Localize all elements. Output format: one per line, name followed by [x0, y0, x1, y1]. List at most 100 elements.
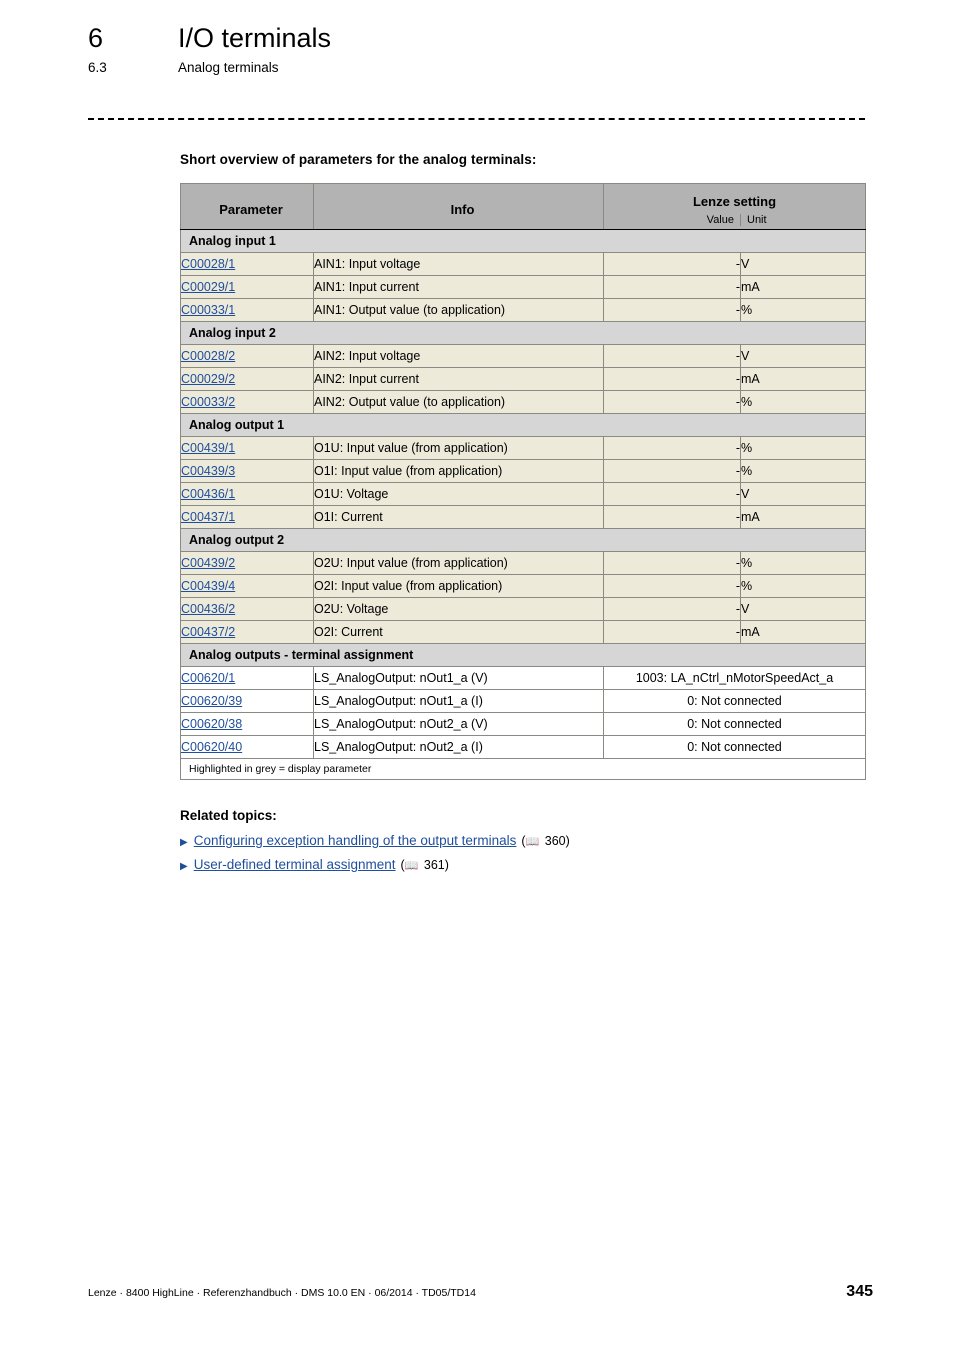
- cell-parameter: C00029/2: [180, 367, 314, 391]
- parameter-link[interactable]: C00033/2: [181, 395, 235, 409]
- parameter-link[interactable]: C00439/3: [181, 464, 235, 478]
- table-row: C00439/4 O2I: Input value (from applicat…: [180, 574, 866, 598]
- table-row: C00620/1 LS_AnalogOutput: nOut1_a (V) 10…: [180, 666, 866, 690]
- table-row: C00028/2 AIN2: Input voltage - V: [180, 344, 866, 368]
- cell-unit: mA: [740, 275, 866, 299]
- parameter-link[interactable]: C00620/39: [181, 694, 242, 708]
- parameter-link[interactable]: C00620/40: [181, 740, 242, 754]
- cell-unit: %: [740, 390, 866, 414]
- parameter-link[interactable]: C00028/2: [181, 349, 235, 363]
- page-footer: Lenze · 8400 HighLine · Referenzhandbuch…: [88, 1283, 873, 1301]
- cell-unit: V: [740, 597, 866, 621]
- table-row: C00620/39 LS_AnalogOutput: nOut1_a (I) 0…: [180, 689, 866, 713]
- section-number: 6.3: [88, 59, 107, 75]
- table-row: C00033/1 AIN1: Output value (to applicat…: [180, 298, 866, 322]
- cell-info: O2U: Voltage: [313, 597, 604, 621]
- related-topics: Related topics: ▶ Configuring exception …: [180, 808, 865, 872]
- table-row: C00439/2 O2U: Input value (from applicat…: [180, 551, 866, 575]
- table-header-row: Parameter Info Lenze setting Value Unit: [180, 183, 866, 230]
- chapter-title: I/O terminals: [178, 23, 332, 53]
- related-topic-link[interactable]: Configuring exception handling of the ou…: [194, 833, 517, 848]
- cell-info: O2U: Input value (from application): [313, 551, 604, 575]
- cell-parameter: C00028/2: [180, 344, 314, 368]
- cell-parameter: C00028/1: [180, 252, 314, 276]
- cell-value: -: [603, 574, 741, 598]
- parameter-link[interactable]: C00437/1: [181, 510, 235, 524]
- table-row: C00436/1 O1U: Voltage - V: [180, 482, 866, 506]
- chapter-number: 6: [88, 23, 104, 53]
- cell-parameter: C00033/2: [180, 390, 314, 414]
- parameter-link[interactable]: C00028/1: [181, 257, 235, 271]
- column-header-info: Info: [313, 183, 604, 230]
- table-head: Parameter Info Lenze setting Value Unit: [180, 183, 866, 230]
- parameter-link[interactable]: C00436/1: [181, 487, 235, 501]
- cell-setting: 0: Not connected: [603, 735, 866, 759]
- column-header-subrow: Value Unit: [604, 213, 865, 226]
- table-footnote: Highlighted in grey = display parameter: [180, 758, 866, 780]
- cell-unit: %: [740, 436, 866, 460]
- table-row: C00029/1 AIN1: Input current - mA: [180, 275, 866, 299]
- cell-parameter: C00437/2: [180, 620, 314, 644]
- table-group-header: Analog input 2: [180, 321, 866, 345]
- table-row: C00439/1 O1U: Input value (from applicat…: [180, 436, 866, 460]
- group-label: Analog input 2: [180, 321, 866, 345]
- cell-info: AIN2: Input voltage: [313, 344, 604, 368]
- cell-parameter: C00439/2: [180, 551, 314, 575]
- cell-value: -: [603, 505, 741, 529]
- cell-info: LS_AnalogOutput: nOut2_a (V): [313, 712, 604, 736]
- cell-value: -: [603, 252, 741, 276]
- cell-unit: %: [740, 459, 866, 483]
- cell-info: LS_AnalogOutput: nOut1_a (V): [313, 666, 604, 690]
- cell-value: -: [603, 344, 741, 368]
- header-section-line: 6.3 Analog terminals: [88, 60, 866, 75]
- parameter-link[interactable]: C00439/1: [181, 441, 235, 455]
- cell-info: AIN2: Input current: [313, 367, 604, 391]
- related-topic-page: 360: [544, 834, 566, 848]
- cell-info: LS_AnalogOutput: nOut1_a (I): [313, 689, 604, 713]
- parameter-link[interactable]: C00439/2: [181, 556, 235, 570]
- cell-info: LS_AnalogOutput: nOut2_a (I): [313, 735, 604, 759]
- table-group-header: Analog output 1: [180, 413, 866, 437]
- column-header-parameter: Parameter: [180, 183, 314, 230]
- header-divider: [88, 118, 865, 120]
- table-group-header: Analog outputs - terminal assignment: [180, 643, 866, 667]
- related-topic-link[interactable]: User-defined terminal assignment: [194, 857, 396, 872]
- table-group-header: Analog input 1: [180, 229, 866, 253]
- parameter-link[interactable]: C00620/1: [181, 671, 235, 685]
- cell-parameter: C00439/1: [180, 436, 314, 460]
- cell-unit: mA: [740, 620, 866, 644]
- table-row: C00620/38 LS_AnalogOutput: nOut2_a (V) 0…: [180, 712, 866, 736]
- cell-value: -: [603, 436, 741, 460]
- cell-value: -: [603, 459, 741, 483]
- cell-setting: 0: Not connected: [603, 712, 866, 736]
- parameter-link[interactable]: C00033/1: [181, 303, 235, 317]
- cell-value: -: [603, 390, 741, 414]
- cell-value: -: [603, 551, 741, 575]
- section-title: Analog terminals: [178, 59, 279, 75]
- cell-value: -: [603, 367, 741, 391]
- table-body: Analog input 1 C00028/1 AIN1: Input volt…: [180, 229, 866, 780]
- cell-unit: mA: [740, 505, 866, 529]
- parameter-link[interactable]: C00439/4: [181, 579, 235, 593]
- cell-info: O2I: Input value (from application): [313, 574, 604, 598]
- cell-info: AIN1: Input voltage: [313, 252, 604, 276]
- parameter-link[interactable]: C00437/2: [181, 625, 235, 639]
- cell-parameter: C00439/4: [180, 574, 314, 598]
- column-header-parameter-label: Parameter: [219, 202, 283, 217]
- related-topics-title: Related topics:: [180, 808, 277, 823]
- group-label: Analog outputs - terminal assignment: [180, 643, 866, 667]
- parameter-link[interactable]: C00029/2: [181, 372, 235, 386]
- parameter-link[interactable]: C00620/38: [181, 717, 242, 731]
- cell-setting: 0: Not connected: [603, 689, 866, 713]
- table-row: C00437/1 O1I: Current - mA: [180, 505, 866, 529]
- parameter-link[interactable]: C00029/1: [181, 280, 235, 294]
- parameter-table: Parameter Info Lenze setting Value Unit …: [180, 183, 866, 780]
- parameter-link[interactable]: C00436/2: [181, 602, 235, 616]
- cell-unit: V: [740, 252, 866, 276]
- table-row: C00029/2 AIN2: Input current - mA: [180, 367, 866, 391]
- cell-info: AIN1: Output value (to application): [313, 298, 604, 322]
- triangle-bullet-icon: ▶: [180, 861, 188, 872]
- column-header-lenze-setting-label: Lenze setting: [692, 193, 777, 209]
- table-row: C00439/3 O1I: Input value (from applicat…: [180, 459, 866, 483]
- cell-info: O2I: Current: [313, 620, 604, 644]
